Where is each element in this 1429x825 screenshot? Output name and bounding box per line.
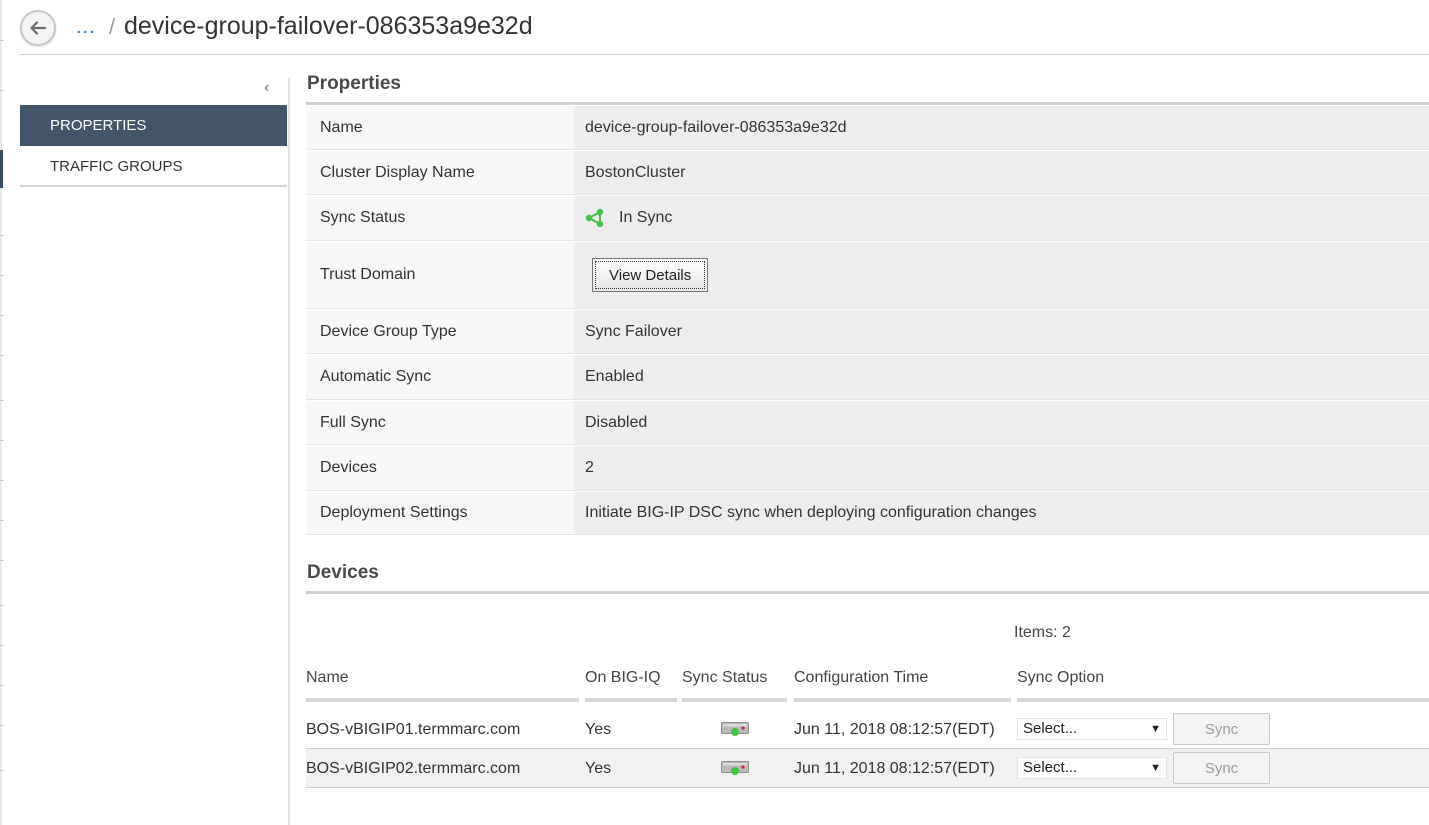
property-value: In Sync bbox=[574, 196, 1429, 241]
property-value: Disabled bbox=[574, 401, 1429, 445]
device-name[interactable]: BOS-vBIGIP01.termmarc.com bbox=[306, 710, 520, 749]
breadcrumb-ellipsis-link[interactable]: ... bbox=[76, 16, 96, 39]
section-divider bbox=[306, 591, 1429, 594]
property-row-sync-status: Sync Status In Sync bbox=[306, 196, 1429, 242]
on-big-iq-value: Yes bbox=[585, 760, 612, 777]
gutter-tick bbox=[0, 355, 4, 356]
gutter-tick bbox=[0, 275, 4, 276]
property-label: Cluster Display Name bbox=[306, 151, 574, 195]
devices-table-header: Name On BIG-IQ Sync Status Configuration… bbox=[306, 668, 1429, 702]
sync-button[interactable]: Sync bbox=[1173, 752, 1270, 784]
gutter-tick bbox=[0, 560, 4, 561]
gutter-tick bbox=[0, 315, 4, 316]
gutter-tick bbox=[0, 605, 4, 606]
left-edge-gutter bbox=[0, 0, 2, 825]
sidebar-item-properties[interactable]: PROPERTIES bbox=[20, 105, 287, 146]
property-value: 2 bbox=[574, 446, 1429, 491]
dropdown-arrow-icon: ▼ bbox=[1150, 723, 1161, 735]
left-edge-accent bbox=[0, 150, 3, 188]
sync-button[interactable]: Sync bbox=[1173, 713, 1270, 745]
sidebar-item-traffic-groups[interactable]: TRAFFIC GROUPS bbox=[20, 146, 287, 187]
arrow-left-icon bbox=[30, 21, 47, 35]
sync-status-text: In Sync bbox=[619, 209, 673, 226]
device-status-icon bbox=[721, 722, 749, 736]
property-value: View Details bbox=[574, 242, 1429, 309]
sidebar: PROPERTIES TRAFFIC GROUPS bbox=[20, 105, 287, 187]
property-value: Enabled bbox=[574, 355, 1429, 400]
collapse-sidebar-icon[interactable]: ‹ bbox=[264, 80, 269, 96]
property-label: Devices bbox=[306, 446, 574, 491]
configuration-time: Jun 11, 2018 08:12:57(EDT) bbox=[794, 760, 995, 777]
property-row-cluster-display-name: Cluster Display Name BostonCluster bbox=[306, 151, 1429, 196]
table-row: BOS-vBIGIP02.termmarc.com Yes Jun 11, 20… bbox=[306, 749, 1429, 788]
back-button[interactable] bbox=[20, 10, 56, 46]
properties-table: Name device-group-failover-086353a9e32d … bbox=[306, 106, 1429, 536]
gutter-tick bbox=[0, 440, 4, 441]
property-label: Sync Status bbox=[306, 196, 574, 241]
sync-option-select[interactable]: Select... ▼ bbox=[1017, 718, 1167, 740]
property-label: Full Sync bbox=[306, 401, 574, 445]
property-value: Initiate BIG-IP DSC sync when deploying … bbox=[574, 492, 1429, 535]
properties-section-title: Properties bbox=[307, 73, 401, 94]
device-status-icon bbox=[721, 761, 749, 775]
property-row-devices: Devices 2 bbox=[306, 446, 1429, 492]
view-details-button[interactable]: View Details bbox=[592, 258, 709, 292]
on-big-iq-value: Yes bbox=[585, 721, 612, 738]
property-row-device-group-type: Device Group Type Sync Failover bbox=[306, 310, 1429, 355]
column-header-configuration-time[interactable]: Configuration Time bbox=[794, 668, 1011, 702]
property-label: Name bbox=[306, 106, 574, 150]
property-label: Device Group Type bbox=[306, 310, 574, 354]
table-row: BOS-vBIGIP01.termmarc.com Yes Jun 11, 20… bbox=[306, 710, 1429, 749]
gutter-tick bbox=[0, 235, 4, 236]
device-name[interactable]: BOS-vBIGIP02.termmarc.com bbox=[306, 749, 520, 788]
property-row-name: Name device-group-failover-086353a9e32d bbox=[306, 106, 1429, 151]
gutter-tick bbox=[0, 520, 4, 521]
section-divider bbox=[306, 102, 1429, 105]
column-header-on-big-iq[interactable]: On BIG-IQ bbox=[585, 668, 677, 702]
page-header: ... / device-group-failover-086353a9e32d bbox=[20, 0, 1429, 55]
column-header-name[interactable]: Name bbox=[306, 668, 579, 702]
in-sync-icon bbox=[585, 208, 604, 228]
gutter-tick bbox=[0, 770, 4, 771]
breadcrumb-separator: / bbox=[109, 14, 116, 39]
property-row-full-sync: Full Sync Disabled bbox=[306, 401, 1429, 446]
property-row-automatic-sync: Automatic Sync Enabled bbox=[306, 355, 1429, 401]
sync-option-value: Select... bbox=[1023, 720, 1078, 737]
gutter-tick bbox=[0, 725, 4, 726]
sidebar-divider bbox=[288, 78, 290, 825]
sync-option-value: Select... bbox=[1023, 759, 1078, 776]
devices-section-title: Devices bbox=[307, 562, 379, 583]
configuration-time: Jun 11, 2018 08:12:57(EDT) bbox=[794, 721, 995, 738]
gutter-tick bbox=[0, 400, 4, 401]
page-title: device-group-failover-086353a9e32d bbox=[124, 12, 533, 40]
items-count: Items: 2 bbox=[1014, 624, 1071, 641]
dropdown-arrow-icon: ▼ bbox=[1150, 762, 1161, 774]
property-label: Deployment Settings bbox=[306, 492, 574, 535]
gutter-tick bbox=[0, 645, 4, 646]
column-header-sync-status[interactable]: Sync Status bbox=[682, 668, 787, 702]
property-label: Automatic Sync bbox=[306, 355, 574, 400]
gutter-tick bbox=[0, 90, 4, 91]
column-header-sync-option[interactable]: Sync Option bbox=[1017, 668, 1429, 702]
gutter-tick bbox=[0, 40, 4, 41]
property-value: Sync Failover bbox=[574, 310, 1429, 354]
property-row-trust-domain: Trust Domain View Details bbox=[306, 242, 1429, 310]
property-row-deployment-settings: Deployment Settings Initiate BIG-IP DSC … bbox=[306, 492, 1429, 536]
sync-option-select[interactable]: Select... ▼ bbox=[1017, 757, 1167, 779]
property-label: Trust Domain bbox=[306, 242, 574, 309]
gutter-tick bbox=[0, 685, 4, 686]
gutter-tick bbox=[0, 480, 4, 481]
property-value: BostonCluster bbox=[574, 151, 1429, 195]
property-value: device-group-failover-086353a9e32d bbox=[574, 106, 1429, 150]
